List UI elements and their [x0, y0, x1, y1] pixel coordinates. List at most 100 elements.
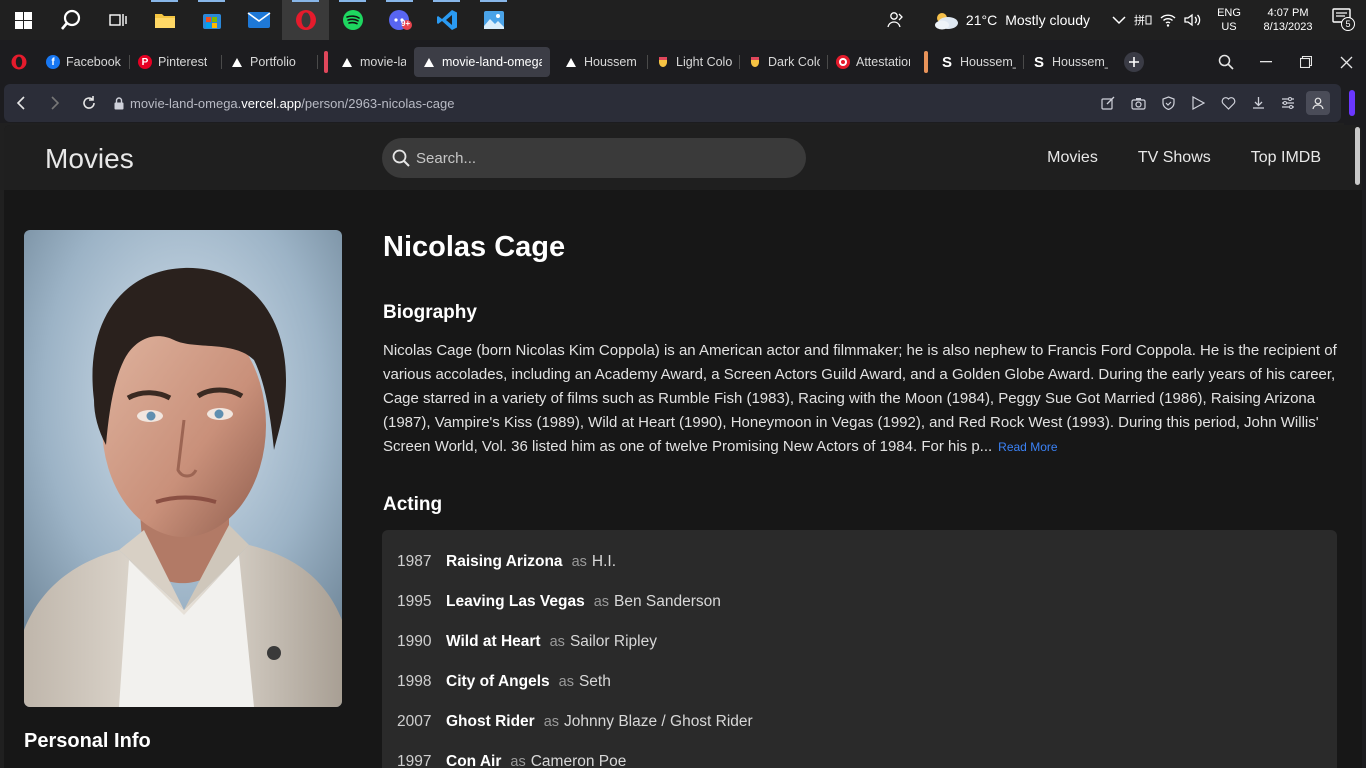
credit-as: as: [510, 754, 526, 768]
tab-movie-land[interactable]: movie-land: [332, 47, 414, 77]
camera-icon[interactable]: [1123, 84, 1153, 122]
credit-year: 1998: [397, 673, 432, 690]
nav-tv-shows[interactable]: TV Shows: [1138, 149, 1211, 167]
search-input[interactable]: [416, 149, 796, 167]
search-icon: [392, 149, 410, 167]
forward-icon[interactable]: [38, 84, 72, 122]
tab-attestation[interactable]: Attestation: [828, 47, 918, 77]
pinterest-icon: P: [138, 55, 152, 69]
vscode-icon[interactable]: [423, 0, 470, 40]
weather-cloud-icon[interactable]: [932, 10, 960, 30]
restore-icon[interactable]: [1286, 40, 1326, 84]
theme-icon: [656, 55, 670, 69]
close-icon[interactable]: [1326, 40, 1366, 84]
vercel-icon: [564, 55, 578, 69]
discord-icon[interactable]: 9+: [376, 0, 423, 40]
url-domain: vercel.app: [241, 95, 302, 111]
credit-as: as: [571, 554, 587, 570]
credit-title[interactable]: City of Angels: [446, 673, 550, 691]
credit-row[interactable]: 2007 Ghost Rider as Johnny Blaze / Ghost…: [382, 702, 1337, 742]
clock[interactable]: 4:07 PM 8/13/2023: [1256, 6, 1320, 34]
web-page: Movies Movies TV Shows Top IMDB: [4, 125, 1362, 768]
easy-setup-icon[interactable]: [1273, 84, 1303, 122]
credit-row[interactable]: 1997 Con Air as Cameron Poe: [382, 742, 1337, 768]
credit-title[interactable]: Ghost Rider: [446, 713, 535, 731]
tab-group-orange[interactable]: [924, 51, 928, 73]
file-explorer-icon[interactable]: [141, 0, 188, 40]
credit-character: Sailor Ripley: [569, 633, 657, 650]
mail-icon[interactable]: [235, 0, 282, 40]
weather-temp[interactable]: 21°C: [966, 12, 997, 28]
sidebar-panel-toggle[interactable]: [1349, 90, 1355, 116]
credit-title[interactable]: Leaving Las Vegas: [446, 593, 585, 611]
shield-icon[interactable]: [1153, 84, 1183, 122]
reload-icon[interactable]: [72, 84, 106, 122]
tab-search-icon[interactable]: [1206, 40, 1246, 84]
tab-movie-land-omega[interactable]: movie-land-omega: [414, 47, 550, 77]
volume-icon[interactable]: [1184, 13, 1202, 27]
nav-top-imdb[interactable]: Top IMDB: [1251, 149, 1321, 167]
read-more-link[interactable]: Read More: [998, 440, 1057, 454]
keyboard-lang-icon[interactable]: 拼: [1134, 13, 1152, 27]
language-indicator[interactable]: ENG US: [1214, 6, 1244, 34]
tab-dark-color[interactable]: Dark Color: [740, 47, 828, 77]
start-icon[interactable]: [0, 0, 47, 40]
tab-houssem-f-2[interactable]: S Houssem_F: [1024, 47, 1116, 77]
credit-character: H.I.: [591, 553, 617, 570]
tab-houssem-f-1[interactable]: S Houssem_F: [932, 47, 1024, 77]
credit-row[interactable]: 1998 City of Angels as Seth: [382, 662, 1337, 702]
s-icon: S: [1033, 53, 1044, 71]
acting-heading: Acting: [383, 494, 443, 515]
minimize-icon[interactable]: [1246, 40, 1286, 84]
chevron-up-icon[interactable]: [1112, 15, 1126, 25]
svg-text:拼: 拼: [1134, 13, 1145, 27]
tab-group-red[interactable]: [324, 51, 328, 73]
profile-icon[interactable]: [1303, 84, 1333, 122]
windows-taskbar: 9+ 21°C Mostly cloudy 拼 ENG US 4:07 PM 8…: [0, 0, 1366, 40]
edit-icon[interactable]: [1093, 84, 1123, 122]
scrollbar-thumb[interactable]: [1355, 127, 1360, 185]
search-bar[interactable]: [382, 138, 806, 178]
notification-count: 5: [1341, 17, 1355, 31]
theme-icon: [748, 55, 762, 69]
credit-title[interactable]: Wild at Heart: [446, 633, 541, 651]
system-tray: 21°C Mostly cloudy 拼 ENG US 4:07 PM 8/13…: [876, 0, 1366, 40]
credit-title[interactable]: Raising Arizona: [446, 553, 563, 571]
search-icon[interactable]: [47, 0, 94, 40]
browser-tab-strip: f Facebook P Pinterest Portfolio movie-l…: [0, 40, 1366, 84]
task-view-icon[interactable]: [94, 0, 141, 40]
tab-portfolio[interactable]: Portfolio: [222, 47, 318, 77]
opera-icon[interactable]: [282, 0, 329, 40]
heart-icon[interactable]: [1213, 84, 1243, 122]
site-brand[interactable]: Movies: [45, 143, 134, 175]
tab-houssem-p[interactable]: Houssem P: [556, 47, 648, 77]
weather-condition[interactable]: Mostly cloudy: [1005, 12, 1090, 28]
credit-as: as: [593, 594, 610, 610]
spotify-icon[interactable]: [329, 0, 376, 40]
url-field[interactable]: movie-land-omega.vercel.app/person/2963-…: [130, 96, 454, 111]
credit-row[interactable]: 1995 Leaving Las Vegas as Ben Sanderson: [382, 582, 1337, 622]
new-tab-icon[interactable]: [1124, 52, 1144, 72]
credit-character: Seth: [578, 673, 611, 690]
credit-as: as: [549, 634, 565, 650]
nav-movies[interactable]: Movies: [1047, 149, 1098, 167]
flow-icon[interactable]: [1183, 84, 1213, 122]
people-icon[interactable]: [876, 11, 916, 29]
notification-icon[interactable]: 5: [1332, 8, 1356, 32]
opera-menu-icon[interactable]: [0, 54, 38, 70]
photos-icon[interactable]: [470, 0, 517, 40]
download-icon[interactable]: [1243, 84, 1273, 122]
lock-icon[interactable]: [114, 96, 124, 110]
credit-row[interactable]: 1987 Raising Arizona as H.I.: [382, 542, 1337, 582]
tab-facebook[interactable]: f Facebook: [38, 47, 130, 77]
tab-pinterest[interactable]: P Pinterest: [130, 47, 222, 77]
microsoft-store-icon[interactable]: [188, 0, 235, 40]
credit-year: 1990: [397, 633, 432, 650]
site-header: Movies Movies TV Shows Top IMDB: [4, 125, 1362, 190]
wifi-icon[interactable]: [1160, 13, 1176, 27]
credit-row[interactable]: 1990 Wild at Heart as Sailor Ripley: [382, 622, 1337, 662]
address-bar: movie-land-omega.vercel.app/person/2963-…: [4, 84, 1341, 122]
tab-light-color[interactable]: Light Color: [648, 47, 740, 77]
credit-title[interactable]: Con Air: [446, 753, 501, 768]
back-icon[interactable]: [4, 84, 38, 122]
